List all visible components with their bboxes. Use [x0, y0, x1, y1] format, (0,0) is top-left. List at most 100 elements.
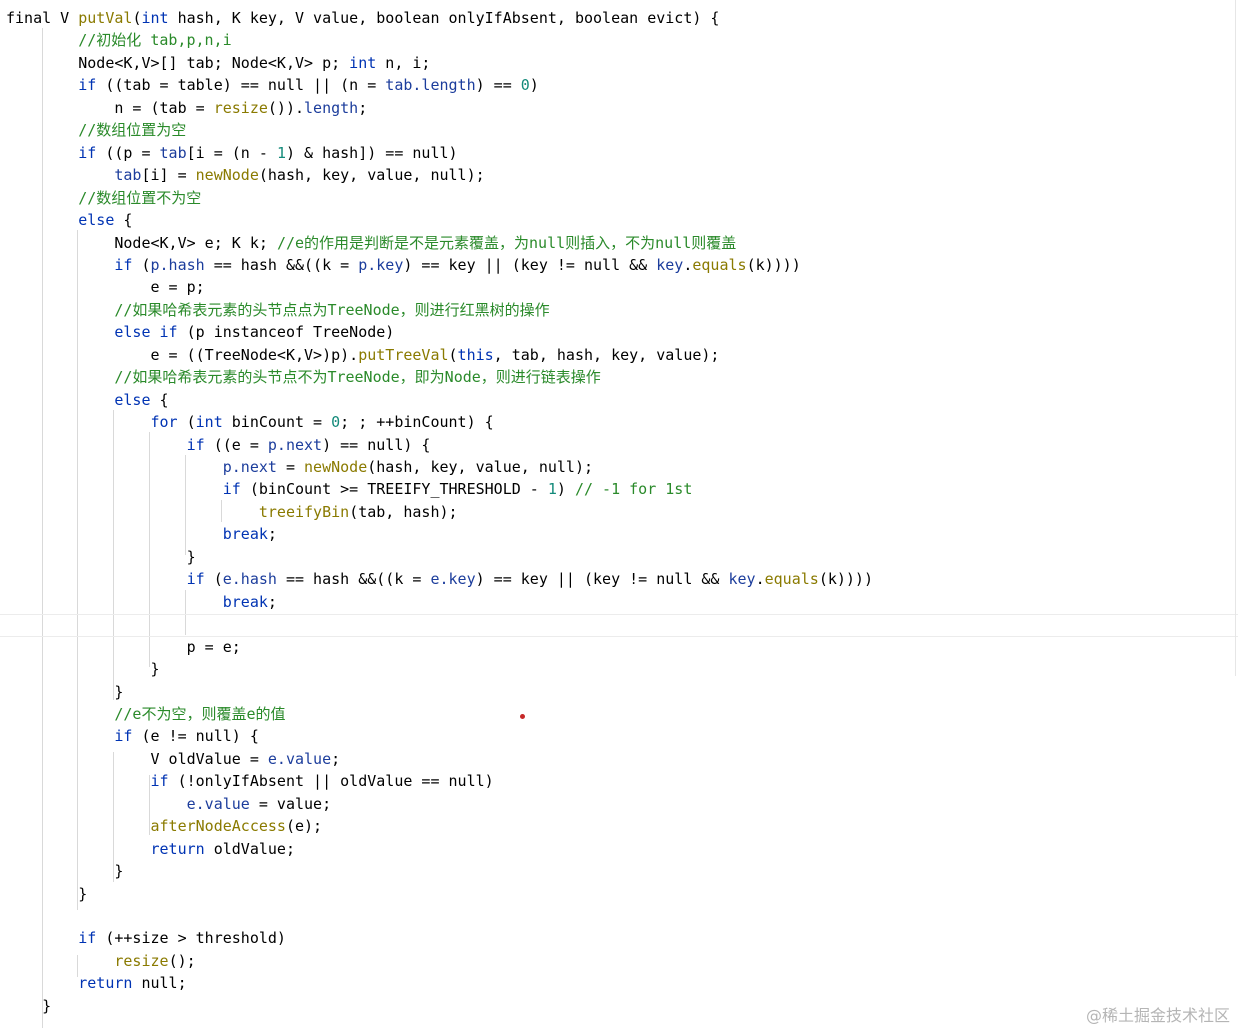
code-token-keyword: int	[141, 9, 169, 27]
code-editor[interactable]: final V putVal(int hash, K key, V value,…	[0, 0, 1238, 1030]
code-line: if (e != null) {	[6, 725, 259, 747]
code-line: e = ((TreeNode<K,V>)p).putTreeVal(this, …	[6, 344, 719, 366]
code-token-plain: null;	[132, 974, 187, 993]
watermark: @稀土掘金技术社区	[1085, 1006, 1230, 1025]
code-line: break;	[6, 523, 277, 545]
code-token-plain: }	[6, 660, 160, 679]
code-token-keyword: return	[78, 974, 133, 993]
code-token-keyword: if	[78, 143, 97, 162]
code-token-plain: == hash &&((k =	[204, 255, 359, 274]
code-token-keyword: if	[114, 255, 133, 274]
code-token-method: newNode	[304, 458, 368, 476]
code-token-method: equals	[692, 255, 747, 274]
code-token-method: equals	[764, 570, 819, 589]
code-token-plain: ;	[331, 749, 341, 768]
code-line: }	[6, 995, 51, 1017]
code-token-plain: n = (tab =	[6, 98, 214, 117]
code-line: break;	[6, 591, 277, 613]
code-token-field: length	[304, 98, 359, 117]
code-token-plain: Node<K,V> e; K k;	[6, 233, 277, 252]
code-line: p = e;	[6, 636, 241, 658]
code-line: treeifyBin(tab, hash);	[6, 501, 458, 523]
code-token-number: 1	[276, 143, 286, 162]
code-line: else {	[6, 389, 168, 411]
code-token-plain: V oldValue =	[6, 749, 268, 768]
code-token-keyword: if	[186, 435, 205, 454]
code-token-plain: p = e;	[6, 637, 241, 656]
code-line: final V putVal(int hash, K key, V value,…	[6, 7, 719, 29]
editor-right-edge	[1235, 0, 1236, 676]
code-token-field: key	[728, 570, 756, 589]
code-line: //如果哈希表元素的头节点不为TreeNode，即为Node，则进行链表操作	[6, 366, 601, 388]
code-token-field: e.hash	[222, 570, 277, 589]
code-token-keyword: for	[150, 413, 178, 432]
code-token-plain: (e != null) {	[132, 727, 259, 746]
code-token-plain: [i] =	[141, 166, 196, 185]
code-line: p.next = newNode(hash, key, value, null)…	[6, 456, 593, 478]
code-token-plain: (k))))	[818, 570, 873, 589]
code-token-plain: ; ; ++binCount) {	[340, 413, 494, 432]
code-line: for (int binCount = 0; ; ++binCount) {	[6, 411, 494, 433]
code-line: //数组位置为空	[6, 119, 186, 141]
code-token-keyword: else	[114, 390, 151, 409]
code-line: }	[6, 883, 87, 905]
code-token-plain: (e);	[285, 817, 323, 836]
code-token-method: afterNodeAccess	[150, 817, 286, 836]
code-line: if (!onlyIfAbsent || oldValue == null)	[6, 770, 494, 792]
code-token-plain: (hash, key, value, null);	[367, 458, 594, 476]
code-line: tab[i] = newNode(hash, key, value, null)…	[6, 164, 484, 186]
code-token-method: resize	[213, 98, 268, 117]
code-token-comment: //如果哈希表元素的头节点不为TreeNode，即为Node，则进行链表操作	[114, 368, 601, 387]
code-line: Node<K,V> e; K k; //e的作用是判断是不是元素覆盖，为null…	[6, 232, 736, 254]
code-line: if (e.hash == hash &&((k = e.key) == key…	[6, 568, 873, 590]
code-token-field: p.key	[358, 255, 404, 274]
code-token-keyword: else	[78, 211, 115, 230]
breakpoint-dot	[520, 714, 525, 719]
code-line: }	[6, 546, 196, 568]
code-token-plain: (binCount >= TREEIFY_THRESHOLD -	[240, 480, 548, 499]
code-token-keyword: if	[186, 570, 205, 589]
code-line: if (binCount >= TREEIFY_THRESHOLD - 1) /…	[6, 478, 693, 500]
code-token-plain: n, i;	[376, 53, 431, 72]
code-token-plain: ) & hash]) == null)	[285, 143, 458, 162]
code-token-plain: , tab, hash, key, value);	[493, 345, 720, 364]
code-token-method: newNode	[195, 166, 259, 185]
code-token-number: 1	[547, 480, 557, 499]
code-token-plain: binCount =	[222, 413, 332, 432]
code-token-keyword: int	[349, 53, 377, 72]
code-line: //如果哈希表元素的头节点点为TreeNode，则进行红黑树的操作	[6, 299, 549, 321]
code-token-comment: //e不为空，则覆盖e的值	[114, 704, 286, 723]
code-token-keyword: else if	[114, 323, 178, 342]
code-token-comment: // -1 for 1st	[574, 480, 693, 499]
code-token-plain: (!onlyIfAbsent || oldValue == null)	[168, 772, 494, 791]
code-token-plain: ) ==	[475, 76, 521, 95]
code-token-plain: {	[114, 211, 133, 230]
code-token-plain: ;	[267, 525, 277, 544]
code-token-plain: ) == key || (key != null &&	[475, 570, 729, 589]
code-token-field: p.next	[222, 458, 277, 476]
code-line: Node<K,V>[] tab; Node<K,V> p; int n, i;	[6, 52, 430, 74]
code-line: }	[6, 860, 123, 882]
code-token-method: treeifyBin	[258, 502, 350, 521]
code-line: if (++size > threshold)	[6, 927, 286, 949]
code-token-plain: == hash &&((k =	[276, 570, 431, 589]
code-token-plain: }	[6, 862, 124, 881]
code-token-comment: //数组位置为空	[78, 121, 187, 140]
code-token-keyword: this	[457, 345, 494, 364]
code-token-comment: //初始化 tab,p,n,i	[78, 31, 232, 50]
code-token-keyword: if	[222, 480, 241, 499]
